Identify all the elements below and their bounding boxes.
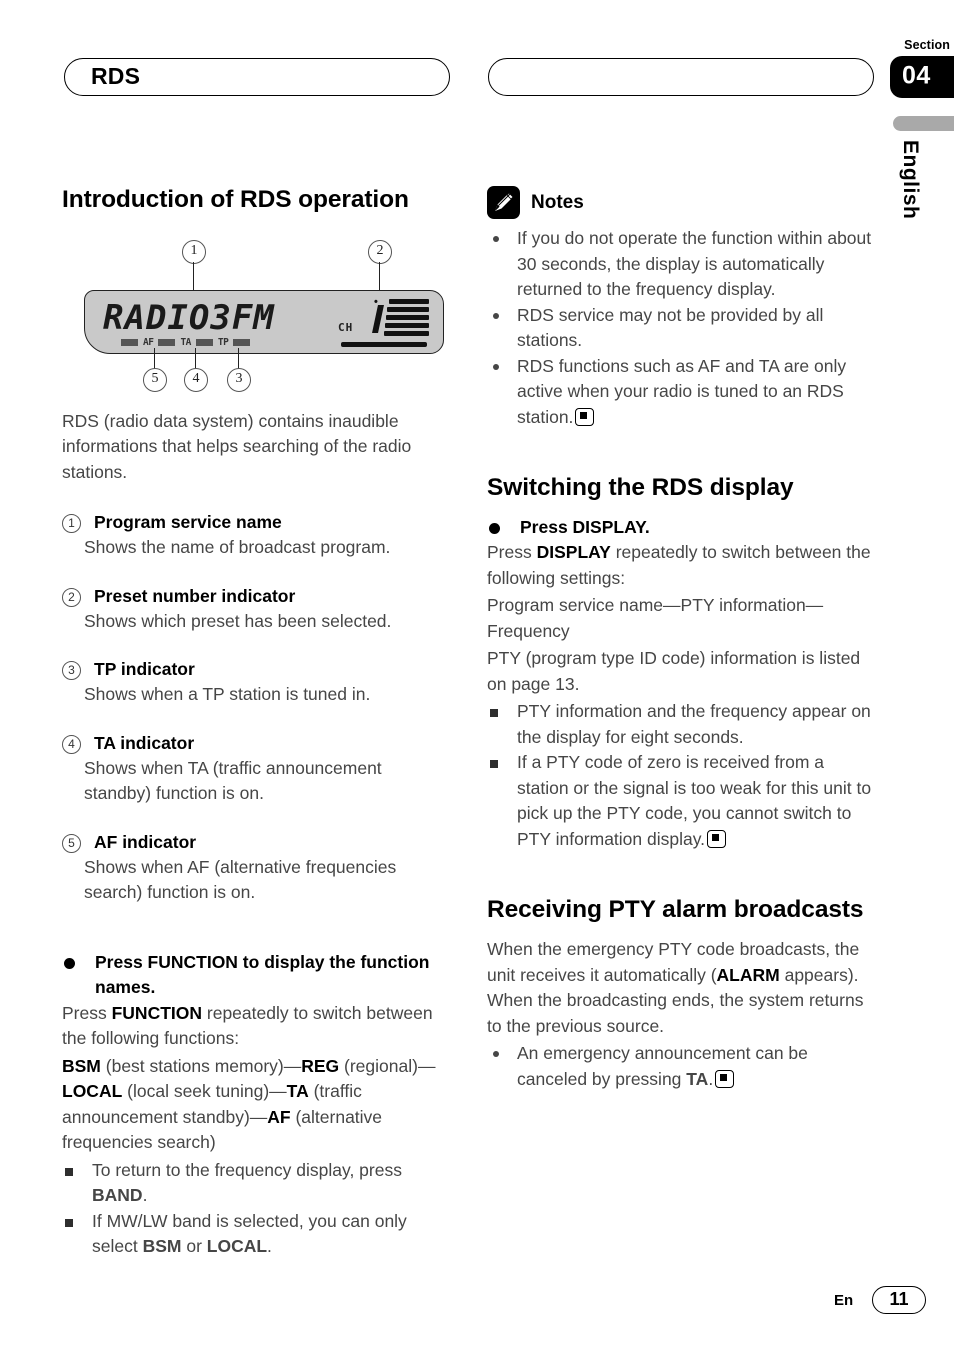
segment-block-icon: [158, 338, 176, 346]
notes-label: Notes: [531, 191, 584, 213]
preset-digit-icon: [372, 305, 384, 333]
note-item: RDS functions such as AF and TA are only…: [487, 354, 877, 431]
list-item: 4 TA indicator Shows when TA (traffic ann…: [62, 730, 452, 807]
chapter-header-box-left: RDS: [64, 58, 450, 96]
pty-reference-line: PTY (program type ID code) information i…: [487, 648, 861, 694]
section-number: 04: [902, 61, 931, 90]
right-column: Notes If you do not operate the function…: [487, 186, 877, 1092]
callout-2: 2: [368, 240, 392, 264]
chapter-title: RDS: [91, 62, 141, 89]
note-cancel-announcement: An emergency announcement can be cancele…: [487, 1041, 877, 1092]
intro-paragraph: RDS (radio data system) contains inaudib…: [62, 410, 412, 482]
list-item: 3 TP indicator Shows when a TP station is…: [62, 656, 452, 708]
note-pty-zero: If a PTY code of zero is received from a…: [487, 750, 877, 852]
lcd-program-service-name: RADIO3FM: [103, 298, 275, 338]
tp-indicator-label: TP: [217, 336, 229, 348]
end-of-section-icon: [715, 1069, 735, 1088]
note-item: If you do not operate the function withi…: [487, 226, 877, 303]
footer-language-code: En: [834, 1292, 854, 1309]
ta-indicator-label: TA: [180, 336, 191, 348]
chapter-header-box-right: [488, 58, 874, 96]
callout-5: 5: [143, 368, 167, 392]
language-tab-bar: [893, 116, 954, 131]
indicator-desc: Shows the name of broadcast program.: [84, 537, 391, 558]
display-intro-paragraph: Press DISPLAY repeatedly to switch betwe…: [487, 542, 871, 588]
circled-number-icon: 4: [62, 734, 81, 754]
callout-1: 1: [182, 240, 206, 264]
preset-bar: [385, 323, 429, 328]
preset-bar: [387, 307, 429, 312]
indicator-desc: Shows which preset has been selected.: [84, 610, 392, 631]
indicator-term: 3 TP indicator: [62, 656, 452, 682]
page-title: Introduction of RDS operation: [62, 186, 409, 213]
display-action-bullet: Press DISPLAY.: [487, 515, 877, 541]
preset-base-bar: [341, 342, 427, 347]
pencil-icon: [487, 186, 520, 219]
indicator-desc: Shows when a TP station is tuned in.: [84, 684, 371, 705]
callout-4: 4: [184, 368, 208, 392]
callout-leader-4: [195, 348, 197, 370]
circled-number-icon: 5: [62, 833, 81, 853]
preset-bar: [389, 299, 429, 304]
indicator-term: 2 Preset number indicator: [62, 583, 452, 609]
notes-header: Notes: [487, 186, 877, 219]
callout-3: 3: [227, 368, 251, 392]
section-label: Section: [904, 38, 950, 52]
lcd-panel: RADIO3FM AF TA TP CH •: [84, 290, 444, 354]
list-item: 5 AF indicator Shows when AF (alternative…: [62, 829, 452, 906]
function-intro-paragraph: Press FUNCTION repeatedly to switch betw…: [62, 1002, 433, 1049]
list-item: 2 Preset number indicator Shows which pre…: [62, 583, 452, 635]
note-band: To return to the frequency display, pres…: [62, 1158, 452, 1209]
switching-heading: Switching the RDS display: [487, 474, 794, 501]
circled-number-icon: 1: [62, 514, 81, 534]
ch-label: CH: [338, 321, 354, 334]
lcd-indicator-row: AF TA TP: [121, 336, 331, 348]
segment-block-icon: [195, 338, 213, 346]
note-item: RDS service may not be provided by all s…: [487, 303, 877, 354]
note-pty-duration: PTY information and the frequency appear…: [487, 699, 877, 750]
preset-number-indicator-graphic: •: [341, 296, 435, 347]
lcd-display-figure: 1 2 RADIO3FM AF TA TP CH • 5 4 3: [62, 240, 462, 400]
circled-number-icon: 3: [62, 661, 81, 681]
preset-bar: [384, 331, 429, 336]
pty-alarm-heading: Receiving PTY alarm broadcasts: [487, 896, 864, 924]
af-indicator-label: AF: [143, 336, 154, 348]
end-of-section-icon: [575, 407, 595, 426]
indicator-desc: Shows when AF (alternative frequencies s…: [84, 856, 397, 903]
language-tab-label: English: [899, 140, 922, 220]
function-list-paragraph: BSM (best stations memory)—REG (regional…: [62, 1055, 436, 1153]
function-action-bullet: Press FUNCTION to display the function n…: [62, 950, 452, 1001]
end-of-section-icon: [707, 829, 727, 848]
callout-leader-3: [238, 348, 240, 370]
indicator-term: 4 TA indicator: [62, 730, 452, 756]
callout-leader-5: [154, 348, 156, 370]
segment-block-icon: [121, 338, 138, 346]
segment-block-icon: [233, 338, 251, 346]
note-mwlw: If MW/LW band is selected, you can only …: [62, 1209, 452, 1260]
indicator-desc: Shows when TA (traffic announcement stan…: [84, 757, 382, 804]
list-item: 1 Program service name Shows the name of …: [62, 509, 452, 561]
indicator-term: 1 Program service name: [62, 509, 452, 535]
section-number-badge: 04: [890, 56, 954, 98]
pty-alarm-paragraph: When the emergency PTY code broadcasts, …: [487, 939, 864, 1036]
indicator-term: 5 AF indicator: [62, 829, 452, 855]
display-settings-line: Program service name—PTY information—Fre…: [487, 595, 824, 641]
preset-bar: [386, 315, 429, 320]
page-number-badge: 11: [872, 1286, 926, 1314]
circled-number-icon: 2: [62, 587, 81, 607]
